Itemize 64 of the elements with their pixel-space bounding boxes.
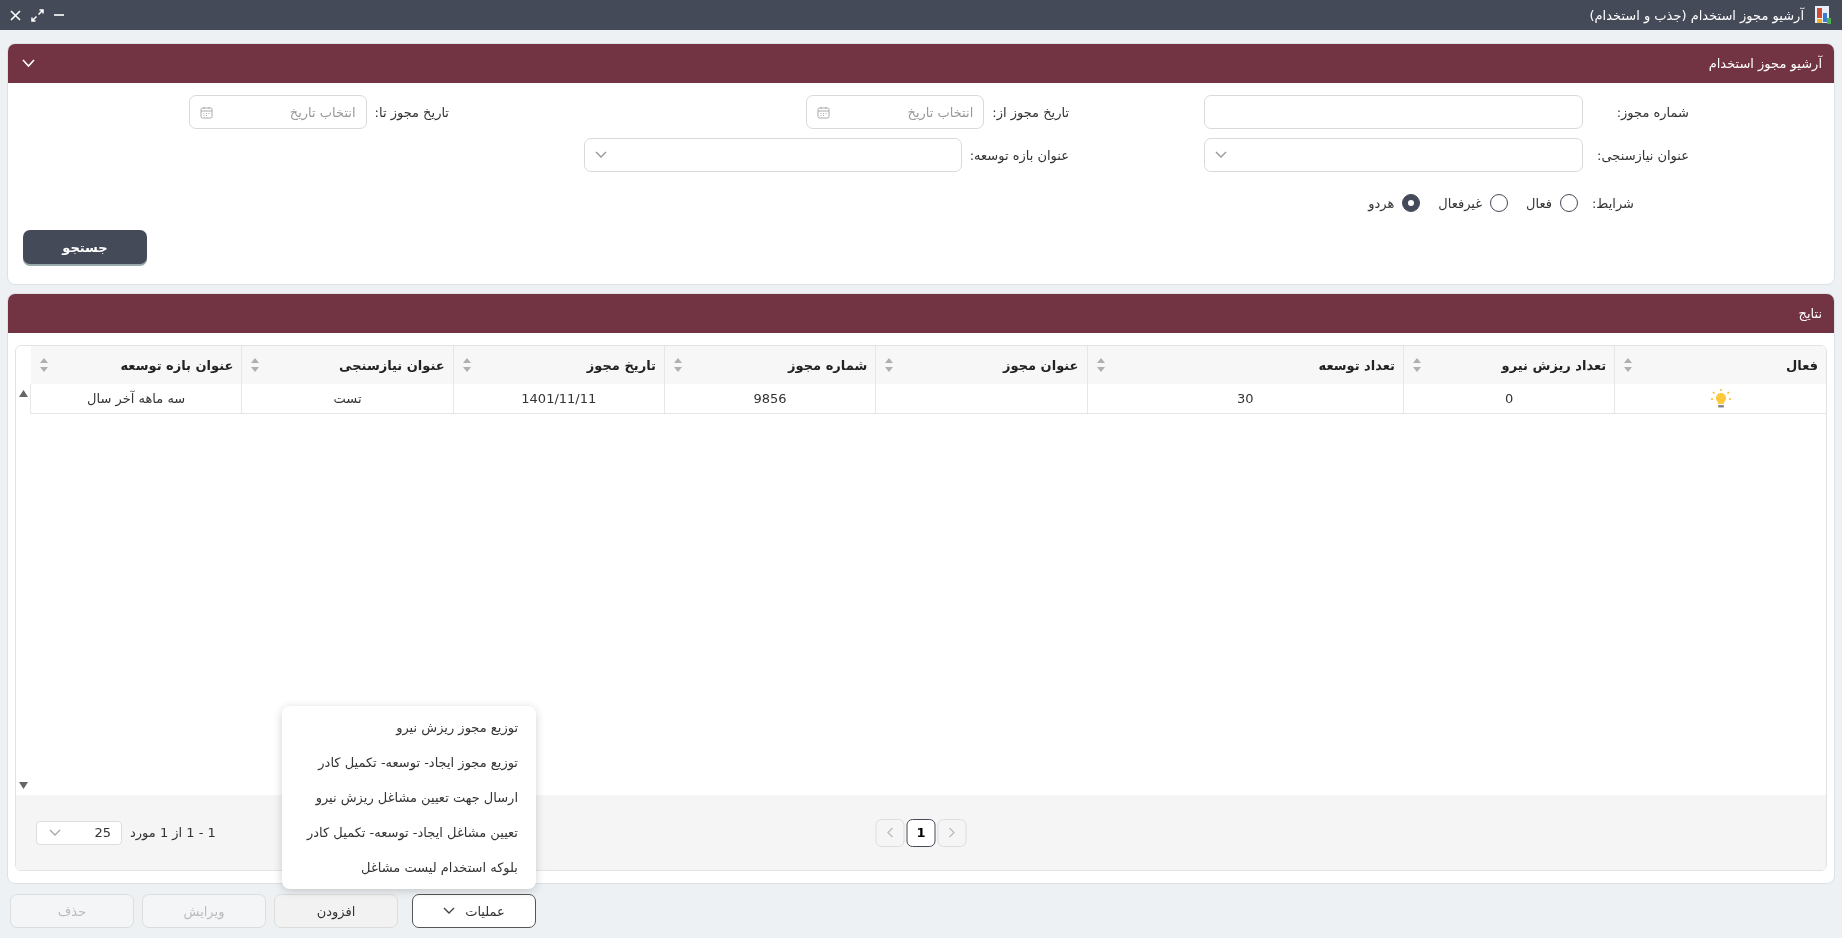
sort-icon[interactable] — [1623, 357, 1634, 373]
page-size-select[interactable]: 25 — [36, 820, 122, 845]
menu-item[interactable]: توزیع مجوز ریزش نیرو — [282, 710, 536, 745]
column-header[interactable]: تاریخ مجوز — [453, 346, 665, 384]
operations-button[interactable]: عملیات — [412, 894, 536, 928]
dropdown-field[interactable] — [584, 138, 962, 172]
scroll-up-icon[interactable] — [18, 390, 28, 397]
conditions-label: شرایط: — [1592, 195, 1634, 211]
sort-icon[interactable] — [1095, 357, 1106, 373]
column-header[interactable]: عنوان نیازسنجی — [241, 346, 454, 384]
chevron-down-icon — [443, 907, 456, 915]
sort-icon[interactable] — [884, 357, 895, 373]
column-header[interactable]: تعداد توسعه — [1087, 346, 1404, 384]
maximize-icon[interactable] — [31, 8, 44, 22]
radio-option[interactable]: غیرفعال — [1434, 194, 1513, 212]
field-label: تاریخ مجوز تا: — [374, 104, 449, 120]
search-button[interactable]: جستجو — [23, 230, 147, 264]
sort-icon[interactable] — [1411, 357, 1422, 373]
sort-icon[interactable] — [38, 357, 49, 373]
radio-option[interactable]: فعال — [1522, 194, 1582, 212]
chevron-down-icon — [595, 151, 607, 159]
field-label: تاریخ مجوز از: — [992, 104, 1069, 120]
column-header[interactable]: عنوان بازه توسعه — [30, 346, 242, 384]
panel-title: آرشیو مجوز استخدام — [1708, 56, 1822, 71]
table-cell: 1401/11/11 — [453, 384, 665, 414]
menu-item[interactable]: بلوکه استخدام لیست مشاغل — [282, 850, 536, 885]
dropdown-field[interactable] — [1204, 138, 1583, 172]
menu-item[interactable]: تعیین مشاغل ایجاد- توسعه- تکمیل کادر — [282, 815, 536, 850]
field-label: عنوان بازه توسعه: — [969, 147, 1069, 163]
window-title: آرشیو مجوز استخدام (جذب و استخدام) — [1589, 7, 1804, 23]
action-button[interactable]: افزودن — [274, 894, 398, 928]
close-icon[interactable] — [10, 9, 21, 21]
next-page-button[interactable] — [937, 818, 967, 847]
table-cell: 0 — [1403, 384, 1615, 414]
chevron-right-icon — [948, 827, 956, 838]
calendar-icon — [199, 105, 213, 119]
scroll-down-icon[interactable] — [18, 782, 28, 789]
menu-item[interactable]: توزیع مجوز ایجاد- توسعه- تکمیل کادر — [282, 745, 536, 780]
previous-page-button[interactable] — [875, 818, 905, 847]
text-field[interactable] — [1204, 95, 1583, 129]
sort-icon[interactable] — [250, 357, 261, 373]
table-cell: سه ماهه آخر سال — [30, 384, 242, 414]
radio-option[interactable]: هردو — [1364, 194, 1425, 212]
panel-title: نتایج — [1798, 306, 1822, 321]
calendar-icon — [817, 105, 831, 119]
sort-icon[interactable] — [672, 357, 683, 373]
column-header[interactable]: عنوان مجوز — [875, 346, 1087, 384]
chevron-down-icon[interactable] — [22, 59, 35, 68]
column-header[interactable]: فعال — [1614, 346, 1826, 384]
app-icon — [1814, 5, 1832, 25]
field-label: عنوان نیازسنجی: — [1596, 147, 1689, 163]
menu-item[interactable]: ارسال جهت تعیین مشاغل ریزش نیرو — [282, 780, 536, 815]
table-cell: 9856 — [664, 384, 876, 414]
chevron-left-icon — [886, 827, 894, 838]
field-label: شماره مجوز: — [1615, 104, 1689, 120]
table-cell: تست — [241, 384, 454, 414]
column-header[interactable]: تعداد ریزش نیرو — [1403, 346, 1615, 384]
chevron-down-icon — [1215, 151, 1227, 159]
page-summary: 1 - 1 از 1 مورد — [130, 825, 216, 840]
sort-icon[interactable] — [461, 357, 472, 373]
column-header[interactable]: شماره مجوز — [664, 346, 876, 384]
chevron-down-icon — [49, 828, 61, 837]
table-cell: 30 — [1087, 384, 1404, 414]
page-button[interactable]: 1 — [906, 818, 936, 847]
